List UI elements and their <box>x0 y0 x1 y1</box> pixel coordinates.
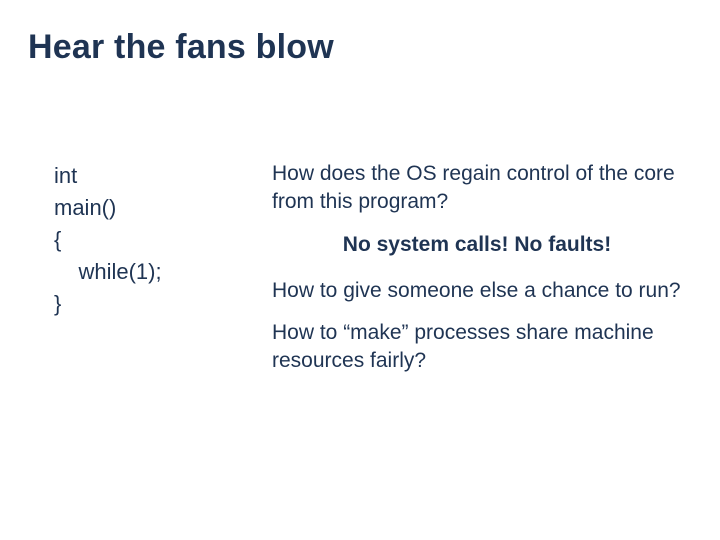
code-line-1: int <box>54 163 77 188</box>
slide: Hear the fans blow int main() { while(1)… <box>0 0 720 540</box>
callout-emphasis: No system calls! No faults! <box>272 231 682 259</box>
slide-title: Hear the fans blow <box>28 28 334 67</box>
code-line-4: while(1); <box>54 259 162 284</box>
code-line-2: main() <box>54 195 116 220</box>
question-3: How to “make” processes share machine re… <box>272 319 682 374</box>
code-block: int main() { while(1); } <box>54 160 162 319</box>
question-2: How to give someone else a chance to run… <box>272 277 682 305</box>
right-column: How does the OS regain control of the co… <box>272 160 682 388</box>
code-line-3: { <box>54 227 61 252</box>
code-line-5: } <box>54 291 61 316</box>
question-1: How does the OS regain control of the co… <box>272 160 682 215</box>
